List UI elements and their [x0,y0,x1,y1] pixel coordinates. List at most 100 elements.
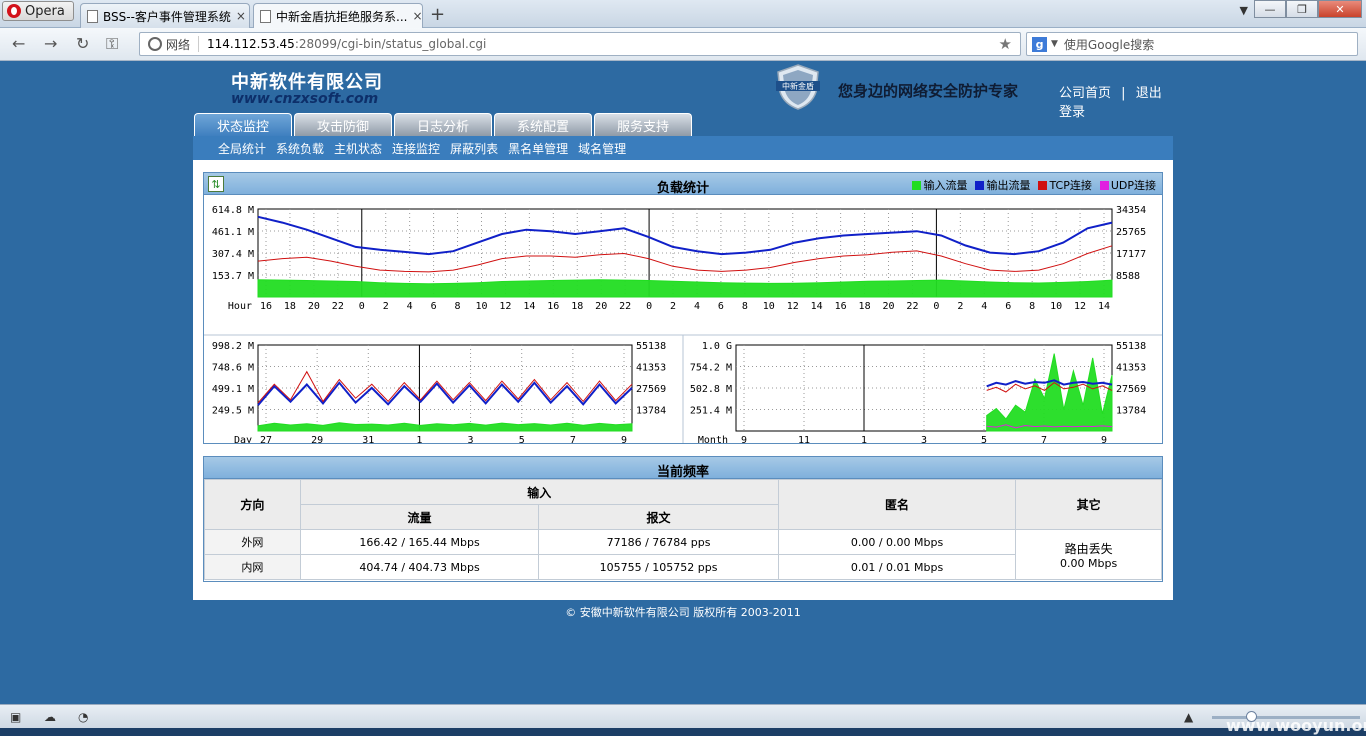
x-tick-label: 27 [260,435,272,443]
x-axis-label: Hour [228,301,252,312]
row-direction: 内网 [204,554,301,580]
table-row: 外网 166.42 / 165.44 Mbps 77186 / 76784 pp… [204,529,1162,580]
legend-item-output: 输出流量 [975,177,1030,193]
subnav-connection-monitor[interactable]: 连接监控 [392,140,440,157]
url-path: :28099/cgi-bin/status_global.cgi [294,37,487,51]
current-frequency-panel: 当前频率 方向 输入 匿名 其它 流量 报文 外网 166.42 / 165.4… [203,456,1163,582]
window-close-icon[interactable]: ✕ [1318,0,1362,18]
y-tick-label-right: 34354 [1116,205,1146,216]
subnav-host-status[interactable]: 主机状态 [334,140,382,157]
y-tick-label-right: 8588 [1116,271,1140,282]
y-tick-label-left: 998.2 M [212,341,254,352]
x-tick-label: 2 [957,301,963,312]
watermark: www.wooyun.org [1226,716,1366,735]
google-icon[interactable]: g [1032,36,1047,52]
tab-log-analysis[interactable]: 日志分析 [394,113,492,136]
panel-toggle-icon[interactable]: ▣ [10,710,21,724]
series-input-area [257,422,633,432]
back-icon[interactable]: ← [12,34,25,53]
bookmark-star-icon[interactable]: ★ [999,35,1012,53]
load-stats-panel: ⇅ 负载统计 输入流量 输出流量 TCP连接 UDP连接 16 18 20 22 0 2 4… [203,172,1163,444]
legend-item-input: 输入流量 [912,177,967,193]
key-icon[interactable]: ⚿ [106,34,118,54]
x-tick-label: 18 [284,301,296,312]
cloud-icon[interactable]: ☁ [44,710,56,724]
x-tick-label: 0 [646,301,652,312]
forward-icon[interactable]: → [44,34,57,53]
opera-menu-button[interactable]: Opera [2,1,74,21]
y-tick-label-left: 499.1 M [212,384,254,395]
browser-status-bar: ▣ ☁ ◔ ▲ [0,704,1366,728]
freq-panel-title: 当前频率 [656,465,709,480]
scroll-up-icon[interactable]: ▲ [1184,710,1193,724]
x-tick-label: 4 [981,301,987,312]
y-tick-label-left: 307.4 M [212,249,254,260]
x-tick-label: 1 [861,435,867,443]
window-controls: — ❐ ✕ [1254,0,1362,18]
opera-logo-icon [7,4,21,18]
x-tick-label: 4 [694,301,700,312]
browser-nav-bar: ← → ↻ ⚿ 网络 114.112.53.45 :28099/cgi-bin/… [0,28,1366,61]
tab-system-config[interactable]: 系统配置 [494,113,592,136]
browser-tab-bss[interactable]: BSS--客户事件管理系统 × [80,3,250,28]
x-tick-label: 2 [670,301,676,312]
y-tick-label-right: 13784 [636,406,666,417]
x-axis-label: Month [698,435,728,443]
subnav-blacklist[interactable]: 黑名单管理 [508,140,568,157]
browser-tab-bar: Opera BSS--客户事件管理系统 × 中新金盾抗拒绝服务系... × + … [0,0,1366,28]
x-tick-label: 16 [547,301,559,312]
browser-tab-ddos[interactable]: 中新金盾抗拒绝服务系... × [253,3,423,28]
charts-area: 16 18 20 22 0 2 4 6 8 10 12 14 16 18 20 22 0 2 4 6 8 10 12 14 16… [204,195,1162,443]
os-taskbar [0,728,1366,736]
x-tick-label: 20 [882,301,894,312]
legend-item-udp: UDP连接 [1099,177,1156,193]
opera-label: Opera [25,3,65,19]
header-direction: 方向 [204,479,301,530]
close-icon[interactable]: × [412,9,422,23]
subnav-system-load[interactable]: 系统负载 [276,140,324,157]
new-tab-button[interactable]: + [430,4,445,25]
load-panel-header: ⇅ 负载统计 输入流量 输出流量 TCP连接 UDP连接 [204,173,1162,196]
other-label: 路由丢失 [1064,541,1113,556]
row-traffic: 404.74 / 404.73 Mbps [299,554,540,580]
search-box[interactable]: g ▼ 使用Google搜索 [1026,32,1358,56]
x-tick-label: 14 [523,301,535,312]
legend-item-tcp: TCP连接 [1038,177,1092,193]
maximize-icon[interactable]: ❐ [1286,0,1318,18]
x-tick-label: 1 [416,435,422,443]
legend-swatch [975,181,985,190]
address-bar[interactable]: 网络 114.112.53.45 :28099/cgi-bin/status_g… [139,32,1021,56]
reload-icon[interactable]: ↻ [76,34,89,53]
y-tick-label-left: 754.2 M [690,363,732,374]
x-tick-label: 10 [763,301,775,312]
y-tick-label-left: 1.0 G [702,341,732,352]
subnav-block-list[interactable]: 屏蔽列表 [450,140,498,157]
y-tick-label-right: 41353 [636,363,666,374]
minimize-icon[interactable]: — [1254,0,1286,18]
page-icon [260,9,271,23]
x-tick-label: 18 [571,301,583,312]
tab-status-monitor[interactable]: 状态监控 [194,113,292,136]
main-tabs: 状态监控 攻击防御 日志分析 系统配置 服务支持 [194,113,692,136]
x-tick-label: 29 [311,435,323,443]
tab-service-support[interactable]: 服务支持 [594,113,692,136]
chevron-down-icon[interactable]: ▼ [1051,39,1058,49]
x-tick-label: 14 [1098,301,1110,312]
x-tick-label: 6 [1005,301,1011,312]
x-tick-label: 18 [859,301,871,312]
top-links: 公司首页 | 退出登录 [1059,82,1173,120]
close-icon[interactable]: × [236,9,246,23]
subnav-global-stats[interactable]: 全局统计 [218,140,266,157]
x-tick-label: 31 [362,435,374,443]
tab-attack-defense[interactable]: 攻击防御 [294,113,392,136]
url-host: 114.112.53.45 [207,37,295,51]
x-tick-label: 12 [787,301,799,312]
subnav-domain-manage[interactable]: 域名管理 [578,140,626,157]
home-link[interactable]: 公司首页 [1059,86,1111,101]
speed-dial-icon[interactable]: ◔ [78,710,88,724]
y-tick-label-right: 41353 [1116,363,1146,374]
footer: © 安徽中新软件有限公司 版权所有 2003-2011 [565,606,801,619]
tab-menu-icon[interactable]: ▼ [1240,4,1248,17]
divider [198,36,200,52]
x-tick-label: 20 [595,301,607,312]
